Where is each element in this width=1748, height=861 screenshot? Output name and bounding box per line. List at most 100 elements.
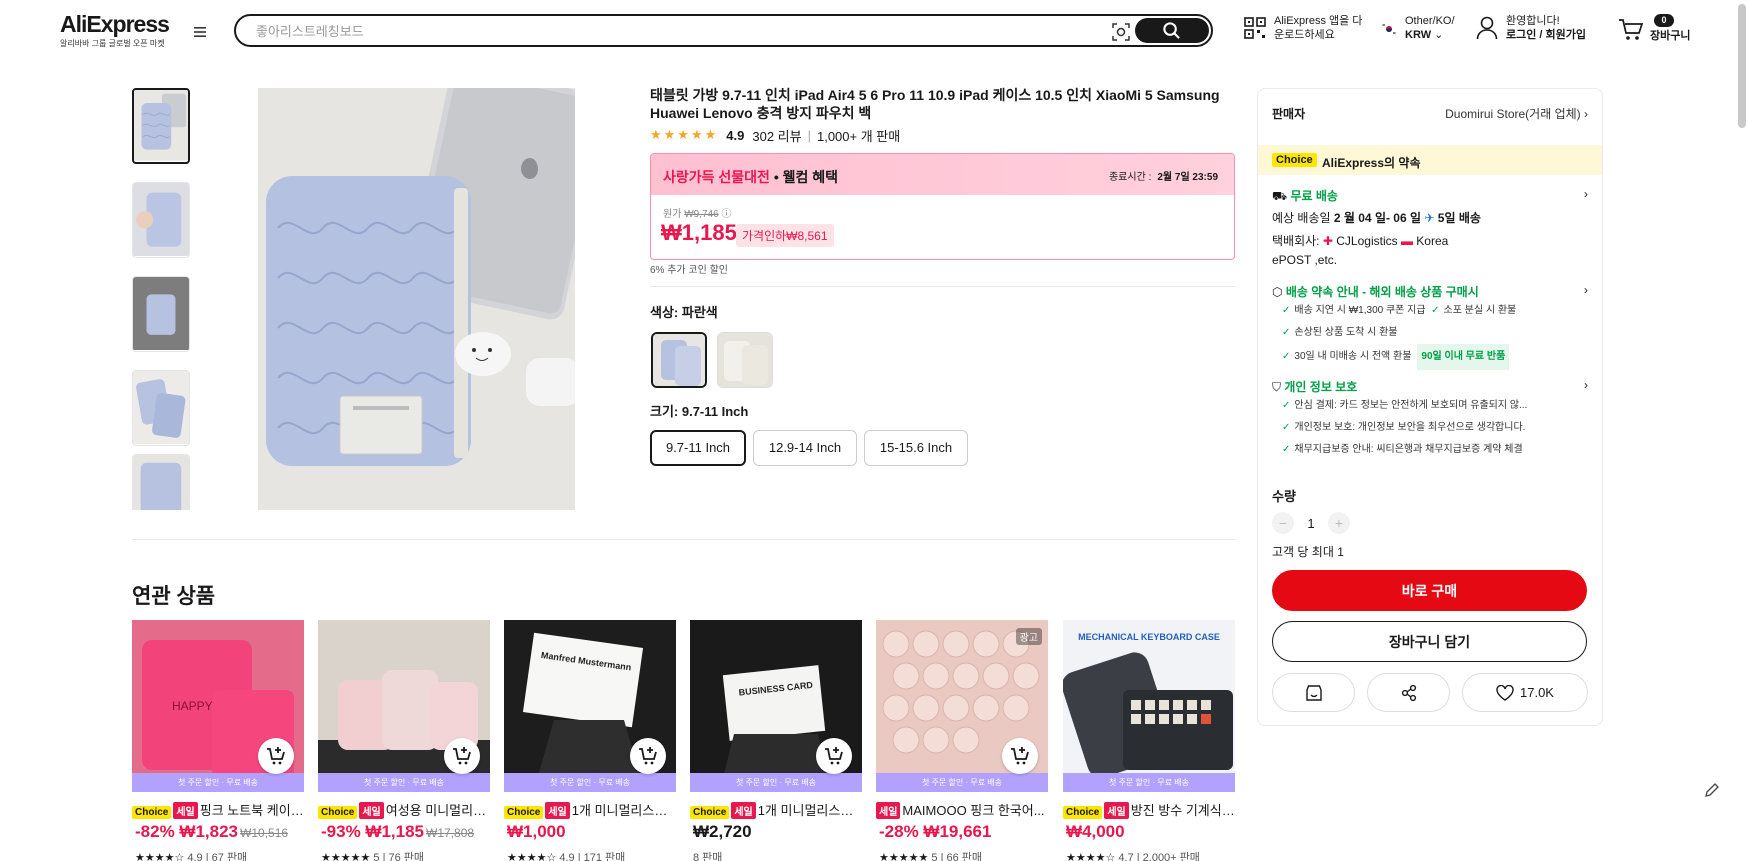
- truck-icon: ⛟: [1272, 189, 1288, 203]
- choice-badge: Choice: [1272, 153, 1317, 167]
- swatch-image: [718, 333, 772, 387]
- info-icon[interactable]: ⓘ: [721, 209, 731, 220]
- privacy-section[interactable]: ⛉ 개인 정보 보호 › ✓ 안심 결제: 카드 정보는 안전하게 보호되며 유출…: [1272, 378, 1588, 461]
- product-image: 광고 첫 주문 할인 · 무료 배송: [876, 620, 1048, 792]
- hamburger-menu-icon[interactable]: [193, 25, 207, 39]
- chevron-right-icon: ›: [1584, 283, 1588, 297]
- image-search-icon[interactable]: [1111, 22, 1131, 42]
- search-icon: [1163, 22, 1180, 39]
- promo-event-name: 사랑가득 선물대전: [663, 169, 770, 185]
- divider: [650, 286, 1235, 287]
- seller-row[interactable]: 판매자 Duomirui Store(거래 업체) ›: [1272, 105, 1588, 121]
- color-label: 색상: 파란색: [650, 305, 718, 320]
- promo-strip: 첫 주문 할인 · 무료 배송: [132, 773, 304, 792]
- seller-name: Duomirui Store(거래 업체) ›: [1445, 107, 1588, 121]
- wishlist-button[interactable]: 17.0K: [1462, 673, 1588, 712]
- main-product-image[interactable]: [258, 88, 575, 510]
- add-to-cart-icon[interactable]: [1002, 738, 1038, 774]
- review-count-link[interactable]: 302 리뷰: [752, 126, 801, 145]
- product-image: 첫 주문 할인 · 무료 배송: [318, 620, 490, 792]
- thumbnail-image: [133, 277, 189, 351]
- thumbnail-1[interactable]: [132, 88, 190, 164]
- divider: [132, 539, 1235, 540]
- add-to-cart-button[interactable]: 장바구니 담기: [1272, 621, 1587, 662]
- promise-title: AliExpress의 약속: [1322, 156, 1421, 170]
- product-name: Choice세일1개 미니멀리스트 명함...: [504, 800, 676, 819]
- size-option-15-15-6[interactable]: 15-15.6 Inch: [864, 430, 968, 466]
- greeting-text: 환영합니다!: [1506, 15, 1560, 27]
- image-caption: MECHANICAL KEYBOARD CASE: [1078, 632, 1220, 642]
- promo-end-value: 2월 7일 23:59: [1157, 172, 1218, 183]
- size-option-9-7-11[interactable]: 9.7-11 Inch: [650, 430, 746, 466]
- language-label: Other/KO/: [1405, 15, 1455, 27]
- related-product-card[interactable]: 첫 주문 할인 · 무료 배송 Choice세일여성용 미니멀리스트... -9…: [318, 620, 490, 861]
- product-image: HAPPY 첫 주문 할인 · 무료 배송: [132, 620, 304, 792]
- product-image: MECHANICAL KEYBOARD CASE 첫 주문 할인 · 무료 배송: [1063, 620, 1235, 792]
- quantity-label: 수량: [1272, 489, 1296, 504]
- edit-pencil-icon[interactable]: [1704, 782, 1720, 798]
- related-product-card[interactable]: MECHANICAL KEYBOARD CASE 첫 주문 할인 · 무료 배송…: [1063, 620, 1235, 861]
- original-price-row: 원가 ₩9,746 ⓘ: [663, 205, 731, 220]
- chevron-right-icon: ›: [1584, 187, 1588, 201]
- rating-stars: ★★★★★: [650, 127, 719, 142]
- promo-end-time: 종료시간 : 2월 7일 23:59: [1109, 168, 1218, 183]
- share-button[interactable]: [1367, 673, 1450, 712]
- thumbnail-4[interactable]: [132, 370, 190, 446]
- add-to-cart-icon[interactable]: [630, 738, 666, 774]
- chevron-down-icon: ⌄: [1434, 29, 1444, 41]
- thumbnail-5[interactable]: [132, 454, 190, 510]
- size-option-12-9-14[interactable]: 12.9-14 Inch: [753, 430, 857, 466]
- login-link[interactable]: 로그인 / 회원가입: [1506, 29, 1586, 41]
- product-price: ₩1,000: [507, 822, 566, 841]
- related-product-card[interactable]: Manfred Mustermann 첫 주문 할인 · 무료 배송 Choic…: [504, 620, 676, 861]
- privacy-item: 안심 결제: 카드 정보는 안전하게 보호되며 유출되지 않...: [1294, 400, 1528, 411]
- app-download-line2: 운로드하세요: [1274, 29, 1335, 41]
- thumbnail-image: [133, 183, 189, 257]
- search-input[interactable]: [256, 20, 1056, 42]
- product-name: 세일 MAIMOOO 핑크 한국어...: [876, 800, 1048, 819]
- thumbnail-3[interactable]: [132, 276, 190, 352]
- thumbnail-image: [134, 90, 188, 161]
- wishlist-count: 17.0K: [1520, 685, 1554, 700]
- promo-title: 사랑가득 선물대전 • 웰컴 혜택: [663, 167, 838, 187]
- product-price: ₩2,720: [693, 822, 752, 841]
- promo-strip: 첫 주문 할인 · 무료 배송: [876, 773, 1048, 792]
- page-scrollbar[interactable]: [1738, 4, 1746, 128]
- color-swatch-white[interactable]: [717, 332, 773, 388]
- chevron-right-icon: ›: [1584, 378, 1588, 392]
- decrease-button[interactable]: −: [1272, 512, 1294, 534]
- buy-now-button[interactable]: 바로 구매: [1272, 570, 1587, 611]
- related-product-card[interactable]: 광고 첫 주문 할인 · 무료 배송 세일 MAIMOOO 핑크 한국어... -…: [876, 620, 1048, 861]
- add-to-cart-icon[interactable]: [816, 738, 852, 774]
- coin-discount: 6% 추가 코인 할인: [650, 265, 728, 276]
- quantity-stepper: − 1 +: [1272, 512, 1350, 534]
- cart-icon: [1619, 19, 1644, 40]
- price-drop-badge: 가격인하₩8,561: [736, 224, 834, 247]
- quantity-value[interactable]: 1: [1294, 516, 1328, 531]
- thumbnail-2[interactable]: [132, 182, 190, 258]
- box-icon: ⬡: [1272, 285, 1283, 299]
- color-swatch-blue[interactable]: [651, 332, 707, 388]
- seller-label: 판매자: [1272, 107, 1306, 121]
- related-product-card[interactable]: HAPPY 첫 주문 할인 · 무료 배송 Choice 세일 핑크 노트북 케이스…: [132, 620, 304, 861]
- add-to-cart-icon[interactable]: [444, 738, 480, 774]
- thumbnail-image: [133, 455, 189, 510]
- add-to-cart-icon[interactable]: [258, 738, 294, 774]
- carrier-info: 택배회사: ✚ CJLogistics ▬ Korea ePOST ,etc.: [1272, 234, 1449, 267]
- product-price: -28% ₩19,661: [879, 822, 992, 841]
- delivery-guarantee-section[interactable]: ⬡ 배송 약속 안내 - 해외 배송 상품 구매시 › ✓ 배송 지연 시 ₩1,…: [1272, 283, 1588, 370]
- product-sold: 8 판매: [693, 852, 723, 861]
- store-button[interactable]: [1272, 673, 1355, 712]
- aliexpress-logo[interactable]: AliExpress 알리바바 그룹 글로벌 오픈 마켓: [60, 11, 170, 49]
- promo-end-label: 종료시간 :: [1108, 172, 1152, 183]
- store-icon: [1305, 684, 1322, 701]
- product-rating: ★★★★★ 5 | 66 판매: [879, 852, 983, 861]
- logo-text: AliExpress: [60, 11, 170, 37]
- shipping-section[interactable]: ⛟ 무료 배송 › 예상 배송일 2 월 04 일- 06 일 ✈ 5일 배송 …: [1272, 187, 1588, 270]
- related-product-card[interactable]: BUSINESS CARD 첫 주문 할인 · 무료 배송 Choice 세일 1개…: [690, 620, 862, 861]
- increase-button[interactable]: +: [1328, 512, 1350, 534]
- thumbnail-list: [132, 88, 190, 510]
- search-bar: [234, 14, 1213, 47]
- free-return-badge: 90일 이내 무료 반품: [1417, 344, 1510, 370]
- search-button[interactable]: [1135, 18, 1209, 43]
